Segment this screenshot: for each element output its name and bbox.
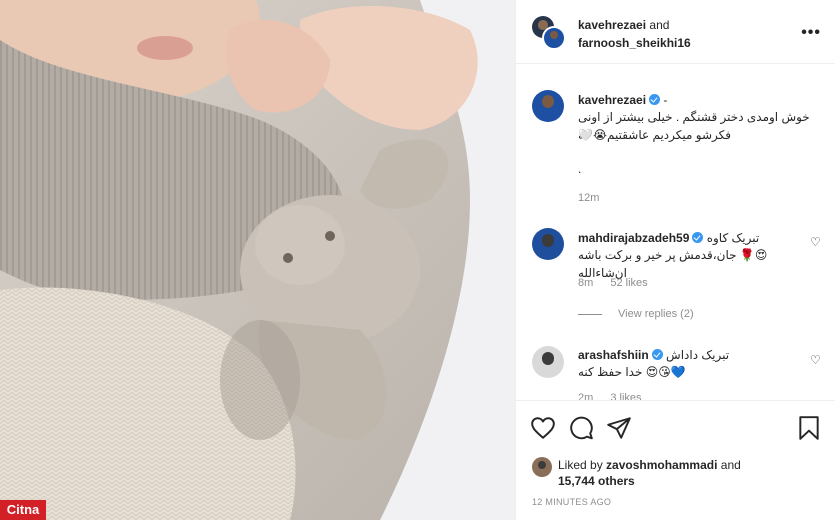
comment-like-icon[interactable]: ♡ — [810, 354, 822, 366]
comment-icon[interactable] — [568, 415, 594, 441]
comment-username[interactable]: mahdirajabzadeh59 — [578, 231, 689, 245]
header-and: and — [649, 18, 670, 32]
comment-likes[interactable]: 3 likes — [610, 392, 641, 400]
verified-icon — [692, 232, 704, 243]
header-line-2: farnoosh_sheikhi16 — [578, 36, 691, 50]
avatar-farnoosh[interactable] — [542, 26, 566, 50]
view-replies-button[interactable]: View replies (2) — [578, 308, 694, 320]
comments-section[interactable]: kavehrezaei - خوش اومدی دختر قشنگم . خیل… — [516, 64, 835, 400]
caption-suffix: - — [663, 93, 668, 107]
likes-user[interactable]: zavoshmohammadi — [606, 458, 717, 472]
verified-icon — [651, 349, 663, 360]
photo-baby-with-bunny — [0, 0, 515, 520]
comment-time: 2m — [578, 392, 594, 400]
likes-summary: Liked by zavoshmohammadi and 15,744 othe… — [516, 455, 835, 495]
bookmark-icon[interactable] — [796, 415, 822, 441]
caption-username-row: kavehrezaei - — [578, 93, 667, 107]
post-time[interactable]: 12 MINUTES AGO — [532, 497, 611, 507]
more-options-icon[interactable]: ••• — [801, 24, 821, 42]
comment-text-2: 💙😘😍 خدا حفظ کنه — [578, 365, 686, 379]
caption-line-2: فکرشو میکردیم عاشقتیم😭🤍 — [578, 128, 732, 142]
comment-time: 8m — [578, 277, 594, 289]
heart-icon[interactable] — [530, 415, 556, 441]
likes-count[interactable]: 15,744 others — [558, 474, 635, 488]
header-user2[interactable]: farnoosh_sheikhi16 — [578, 36, 691, 50]
caption-line-3: . — [578, 162, 582, 176]
comment-username-row: mahdirajabzadeh59 تبریک کاوه — [578, 231, 759, 245]
share-icon[interactable] — [606, 415, 632, 441]
brand-watermark: Citna — [0, 500, 46, 520]
post-header: kavehrezaei and farnoosh_sheikhi16 ••• — [516, 0, 835, 64]
caption-time: 12m — [578, 192, 600, 204]
header-user1[interactable]: kavehrezaei — [578, 18, 646, 32]
post-side-panel: kavehrezaei and farnoosh_sheikhi16 ••• k… — [515, 0, 835, 520]
verified-icon — [649, 94, 661, 105]
likes-and: and — [720, 458, 741, 472]
comment-username-row: arashafshiin تبریک داداش — [578, 348, 729, 362]
post-photo[interactable]: Citna — [0, 0, 515, 520]
header-line-1: kavehrezaei and — [578, 18, 669, 32]
caption-username[interactable]: kavehrezaei — [578, 93, 646, 107]
comment-text-1: تبریک داداش — [666, 348, 730, 362]
comment-text-1: تبریک کاوه — [706, 231, 760, 245]
avatar-caption[interactable] — [532, 90, 564, 122]
comment-meta: 8m 52 likes — [578, 277, 662, 289]
comment-username[interactable]: arashafshiin — [578, 348, 649, 362]
comment-likes[interactable]: 52 likes — [610, 277, 647, 289]
comment-meta: 2m 3 likes — [578, 392, 656, 400]
avatar-mahdirajabzadeh59[interactable] — [532, 228, 564, 260]
comment-like-icon[interactable]: ♡ — [810, 236, 822, 248]
likes-text: Liked by zavoshmohammadi and 15,744 othe… — [558, 457, 741, 489]
avatar-arashafshiin[interactable] — [532, 346, 564, 378]
avatar-liker[interactable] — [532, 457, 552, 477]
action-bar — [516, 400, 835, 455]
likes-prefix: Liked by — [558, 458, 603, 472]
